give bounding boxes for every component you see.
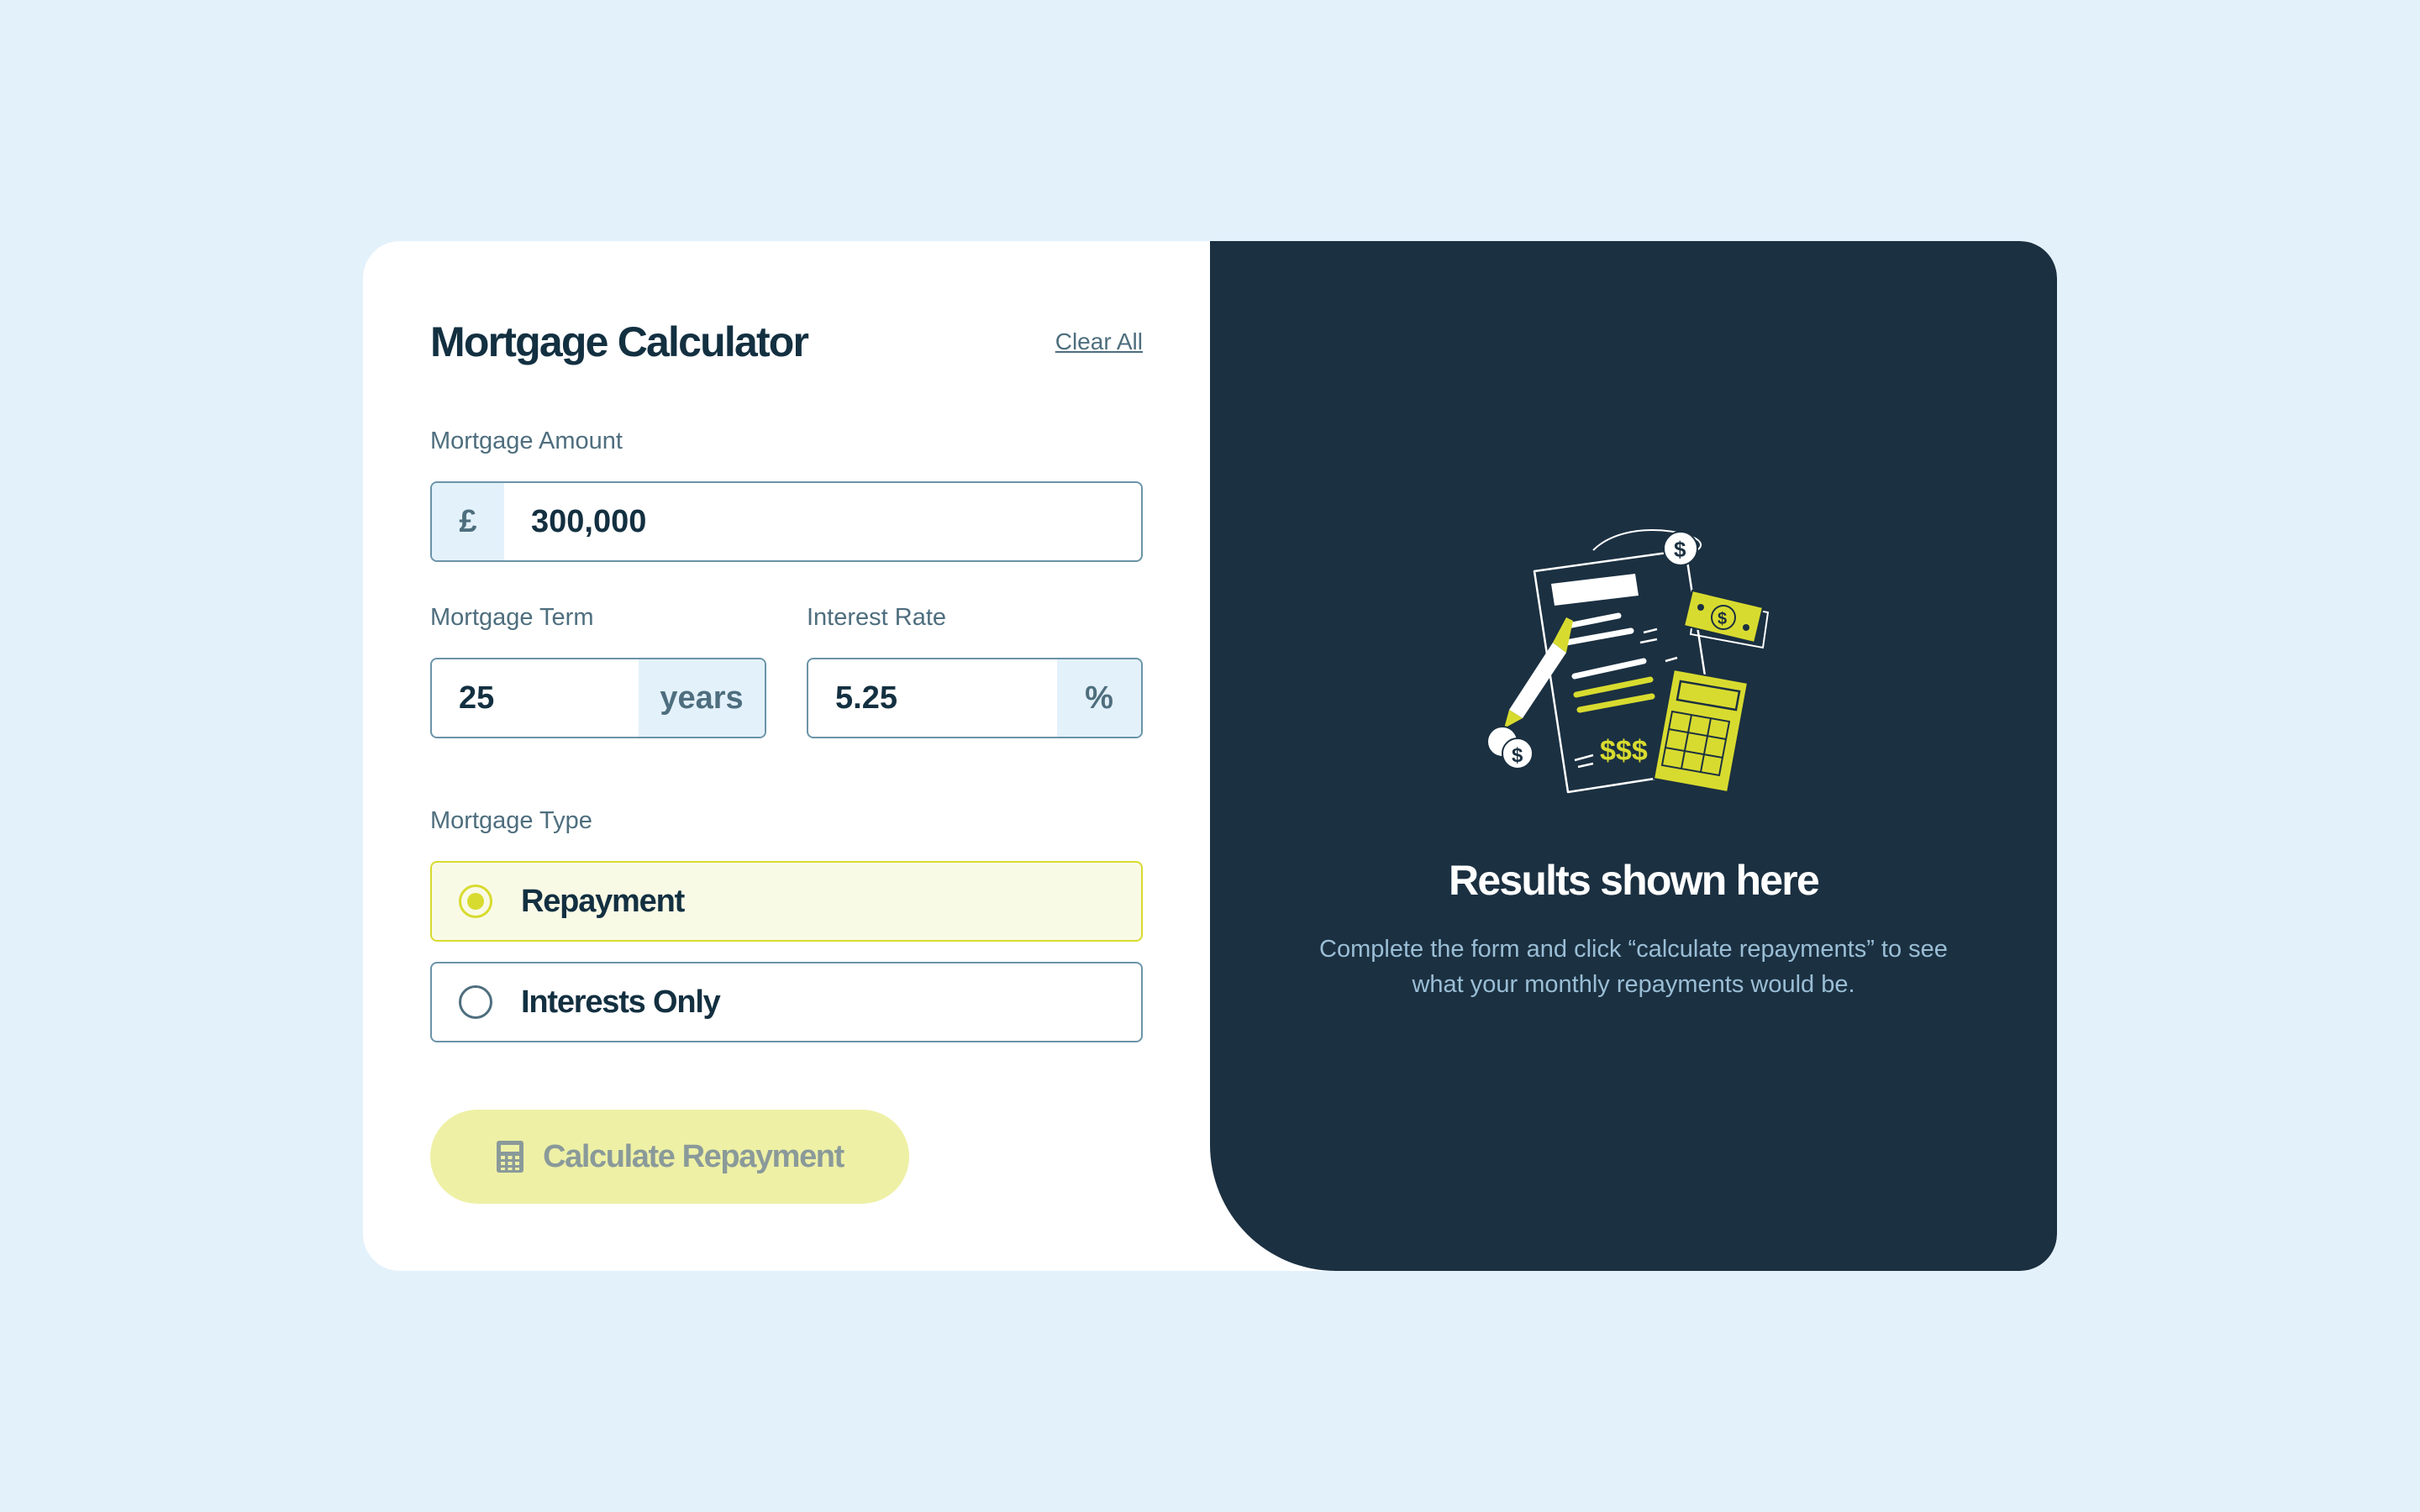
radio-option-interest-only[interactable]: Interests Only: [430, 962, 1143, 1042]
years-suffix: years: [639, 659, 765, 737]
radio-option-repayment[interactable]: Repayment: [430, 861, 1143, 942]
radio-selected-icon[interactable]: [459, 885, 492, 918]
radio-unselected-icon[interactable]: [459, 985, 492, 1019]
svg-text:$: $: [1674, 537, 1686, 562]
mortgage-term-input[interactable]: [432, 659, 639, 737]
svg-text:$: $: [1718, 610, 1727, 628]
mortgage-term-label: Mortgage Term: [430, 604, 594, 631]
clear-all-link[interactable]: Clear All: [1055, 328, 1143, 355]
results-panel: $$$ $ $ $ Results shown here Complete th…: [1210, 241, 2057, 1271]
interest-rate-input[interactable]: [808, 659, 1057, 737]
interest-rate-field: %: [807, 658, 1143, 738]
form-header: Mortgage Calculator Clear All: [430, 308, 1143, 375]
interest-rate-label: Interest Rate: [807, 604, 947, 631]
mortgage-term-field: years: [430, 658, 766, 738]
percent-suffix: %: [1057, 659, 1141, 737]
empty-results-illustration: $$$ $ $ $: [1486, 528, 1770, 794]
mortgage-amount-label: Mortgage Amount: [430, 428, 623, 454]
mortgage-amount-input[interactable]: [504, 483, 1141, 560]
svg-text:$$$: $$$: [1600, 735, 1648, 767]
radio-label-repayment: Repayment: [521, 883, 685, 919]
mortgage-amount-field: £: [430, 481, 1143, 562]
form-panel: Mortgage Calculator Clear All Mortgage A…: [363, 241, 1210, 1271]
currency-prefix: £: [432, 483, 504, 560]
mortgage-calculator-card: Mortgage Calculator Clear All Mortgage A…: [363, 241, 2057, 1271]
radio-label-interest-only: Interests Only: [521, 984, 721, 1020]
calculate-repayment-button[interactable]: Calculate Repayment: [430, 1110, 909, 1204]
mortgage-type-label: Mortgage Type: [430, 807, 592, 834]
calculator-icon: [497, 1141, 524, 1173]
results-description: Complete the form and click “calculate r…: [1319, 936, 1948, 998]
calculate-button-label: Calculate Repayment: [543, 1138, 844, 1174]
svg-text:$: $: [1512, 744, 1523, 767]
page-title: Mortgage Calculator: [430, 318, 809, 365]
results-title: Results shown here: [1449, 857, 1820, 904]
